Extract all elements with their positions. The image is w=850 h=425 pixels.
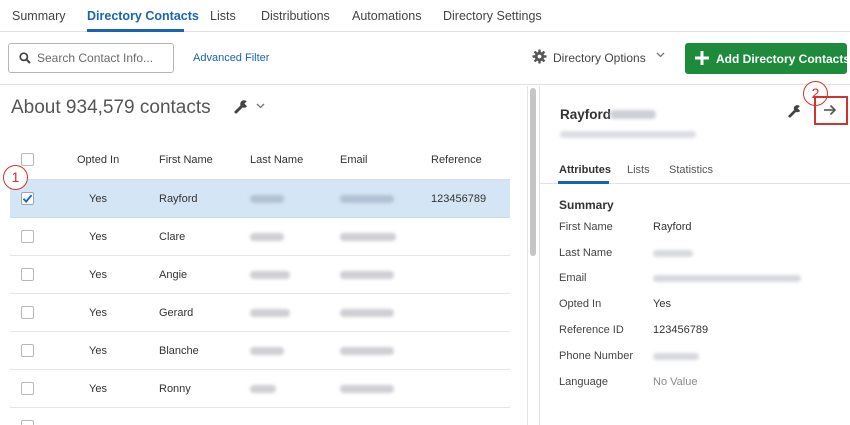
- search-input[interactable]: [37, 49, 169, 67]
- attr-value-email-redacted: [653, 275, 801, 282]
- table-row[interactable]: Yes Blanche: [10, 332, 510, 370]
- row-checkbox[interactable]: [21, 230, 34, 243]
- cell-opted-in: Yes: [89, 269, 107, 281]
- search-icon: [19, 52, 31, 64]
- wrench-icon[interactable]: [233, 99, 249, 115]
- attr-value-language: No Value: [653, 376, 698, 388]
- column-header-reference[interactable]: Reference: [431, 154, 482, 166]
- cell-opted-in: Yes: [89, 345, 107, 357]
- cell-email-redacted: [340, 385, 394, 393]
- attr-label-first-name: First Name: [559, 221, 613, 233]
- cell-opted-in: Yes: [89, 193, 107, 205]
- active-tab-indicator: [87, 29, 184, 32]
- cell-email-redacted: [340, 309, 394, 317]
- cell-first-name: Gerard: [159, 307, 194, 319]
- cell-last-name-redacted: [250, 385, 276, 393]
- tab-statistics[interactable]: Statistics: [669, 164, 713, 176]
- cell-first-name: Blanche: [159, 345, 199, 357]
- table-row[interactable]: Yes Gerard: [10, 294, 510, 332]
- row-checkbox[interactable]: [21, 420, 34, 425]
- summary-heading: Summary: [559, 198, 614, 212]
- column-header-last-name[interactable]: Last Name: [250, 154, 303, 166]
- contact-name: Rayford: [560, 107, 612, 122]
- cell-first-name: Clare: [159, 231, 186, 243]
- cell-first-name: Angie: [159, 269, 188, 281]
- attr-label-language: Language: [559, 376, 608, 388]
- column-header-opted-in[interactable]: Opted In: [77, 154, 119, 166]
- cell-opted-in: Yes: [89, 383, 107, 395]
- table-row[interactable]: Yes Angie: [10, 256, 510, 294]
- wrench-icon[interactable]: [787, 104, 802, 119]
- table-row[interactable]: Yes Clare: [10, 218, 510, 256]
- chevron-down-icon[interactable]: [256, 103, 265, 109]
- cell-last-name-redacted: [250, 347, 284, 355]
- row-checkbox[interactable]: [21, 344, 34, 357]
- plus-icon: [695, 51, 709, 65]
- tab-directory-contacts[interactable]: Directory Contacts: [87, 9, 199, 23]
- cell-first-name: Ronny: [159, 383, 191, 395]
- directory-options-label: Directory Options: [553, 51, 646, 65]
- contacts-count: About 934,579 contacts: [11, 97, 211, 118]
- add-button-label: Add Directory Contacts: [716, 52, 850, 66]
- row-checkbox[interactable]: [21, 192, 34, 205]
- annotation-marker-1: 1: [3, 165, 28, 190]
- cell-opted-in: Yes: [89, 307, 107, 319]
- tab-panel-lists[interactable]: Lists: [627, 164, 650, 176]
- attr-label-opted-in: Opted In: [559, 298, 602, 310]
- attr-label-email: Email: [559, 272, 587, 284]
- advanced-filter-link[interactable]: Advanced Filter: [193, 52, 269, 64]
- table-row[interactable]: [10, 408, 510, 425]
- cell-email-redacted: [340, 233, 396, 241]
- column-header-first-name[interactable]: First Name: [159, 154, 213, 166]
- tab-directory-settings[interactable]: Directory Settings: [443, 9, 542, 23]
- column-header-email[interactable]: Email: [340, 154, 368, 166]
- cell-email-redacted: [340, 347, 394, 355]
- search-box[interactable]: [8, 43, 174, 73]
- cell-last-name-redacted: [250, 195, 284, 203]
- gear-icon: [532, 49, 547, 64]
- row-checkbox[interactable]: [21, 268, 34, 281]
- attr-value-reference-id: 123456789: [653, 324, 709, 336]
- tab-automations[interactable]: Automations: [352, 9, 421, 23]
- cell-email-redacted: [340, 195, 394, 203]
- list-scrollbar[interactable]: [530, 88, 536, 256]
- annotation-highlight-box: [814, 96, 848, 125]
- checkmark-icon: [22, 194, 33, 203]
- cell-last-name-redacted: [250, 271, 290, 279]
- cell-email-redacted: [340, 271, 394, 279]
- attr-label-phone-number: Phone Number: [559, 350, 633, 362]
- cell-last-name-redacted: [250, 233, 284, 241]
- panel-divider: [539, 86, 540, 425]
- tab-summary[interactable]: Summary: [12, 9, 65, 23]
- active-panel-tab-indicator: [558, 181, 609, 184]
- attr-value-opted-in: Yes: [653, 298, 671, 310]
- tab-distributions[interactable]: Distributions: [261, 9, 330, 23]
- table-row[interactable]: Yes Ronny: [10, 370, 510, 408]
- add-directory-contacts-button[interactable]: Add Directory Contacts: [685, 43, 850, 74]
- tab-lists[interactable]: Lists: [210, 9, 236, 23]
- attr-label-reference-id: Reference ID: [559, 324, 624, 336]
- cell-opted-in: Yes: [89, 231, 107, 243]
- toolbar: Advanced Filter Directory Options Add Di…: [0, 33, 850, 85]
- table-row[interactable]: Yes Rayford 123456789: [10, 180, 510, 218]
- cell-last-name-redacted: [250, 309, 290, 317]
- cell-reference: 123456789: [431, 193, 487, 205]
- tab-attributes[interactable]: Attributes: [559, 164, 611, 176]
- row-checkbox[interactable]: [21, 306, 34, 319]
- attr-value-last-name-redacted: [653, 250, 693, 257]
- contact-email-redacted: [560, 131, 696, 138]
- attr-value-phone-redacted: [653, 353, 699, 360]
- attr-label-last-name: Last Name: [559, 247, 613, 259]
- chevron-down-icon: [656, 52, 665, 58]
- row-checkbox[interactable]: [21, 382, 34, 395]
- cell-first-name: Rayford: [159, 193, 198, 205]
- top-tab-bar: Summary Directory Contacts Lists Distrib…: [0, 0, 850, 32]
- list-divider: [527, 86, 528, 425]
- contact-last-name-redacted: [610, 110, 656, 119]
- select-all-checkbox[interactable]: [21, 153, 34, 166]
- attr-value-first-name: Rayford: [653, 221, 692, 233]
